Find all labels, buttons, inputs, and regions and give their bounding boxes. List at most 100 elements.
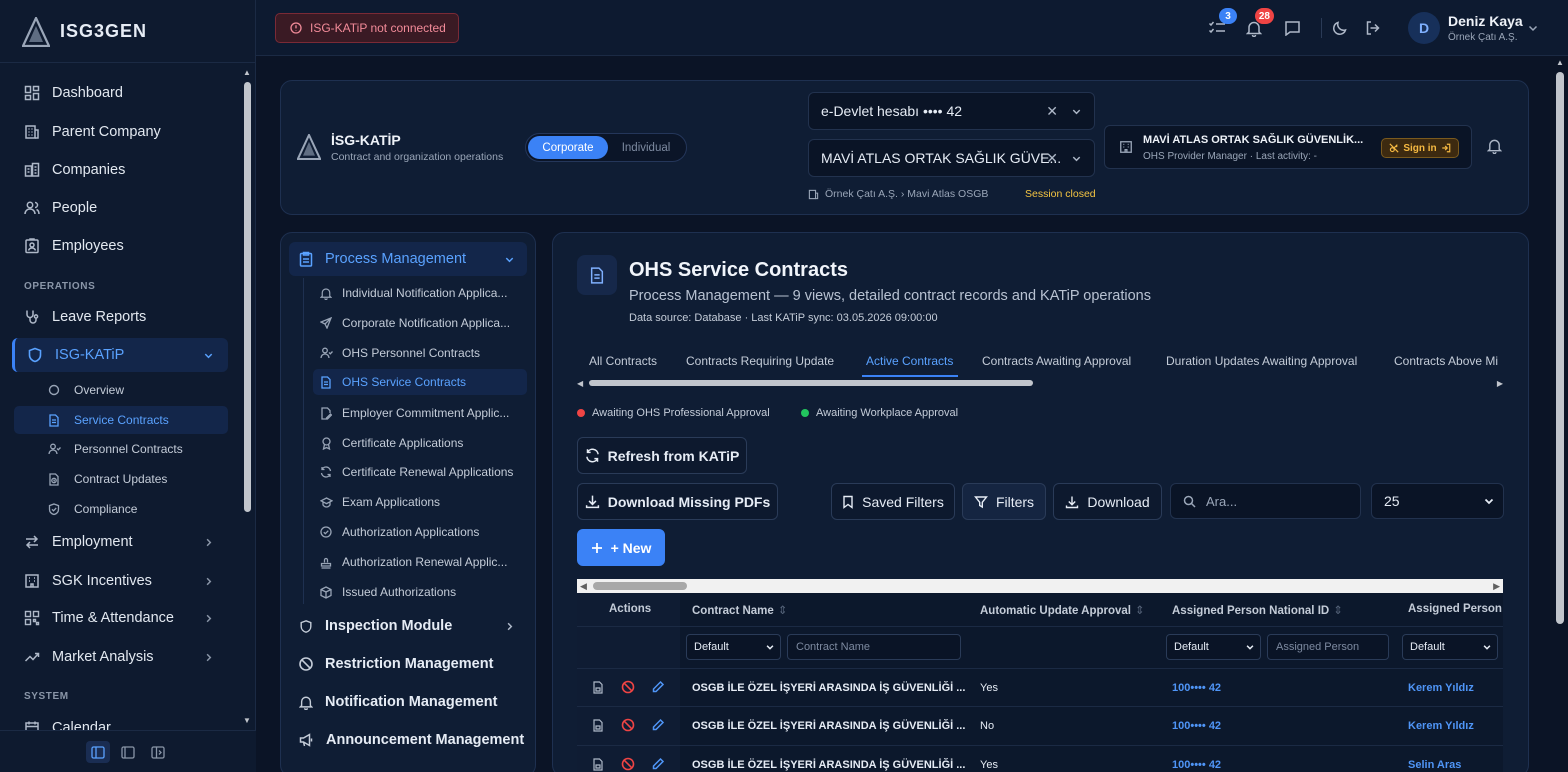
tab-contracts-above[interactable]: Contracts Above Mi bbox=[1394, 354, 1503, 372]
layout-compact-button[interactable] bbox=[116, 741, 140, 763]
process-item-authorization-applications[interactable]: Authorization Applications bbox=[313, 519, 527, 545]
national-id-cell[interactable]: 100•••• 42 bbox=[1172, 720, 1221, 732]
sidebar-scrollbar[interactable]: ▲ ▼ bbox=[240, 66, 254, 730]
scroll-left-icon[interactable]: ◀ bbox=[580, 581, 587, 592]
tab-all-contracts[interactable]: All Contracts bbox=[589, 354, 657, 368]
process-item-certificate-applications[interactable]: Certificate Applications bbox=[313, 430, 527, 456]
tabs-scrollbar[interactable]: ◀ ▶ bbox=[577, 377, 1503, 389]
assigned-person-cell[interactable]: Kerem Yıldız bbox=[1408, 720, 1474, 732]
sidebar-item-leave-reports[interactable]: Leave Reports bbox=[12, 300, 228, 334]
main-scrollbar[interactable]: ▲ bbox=[1552, 56, 1568, 772]
sidebar-item-sgk-incentives[interactable]: SGK Incentives bbox=[12, 564, 228, 598]
column-header-assigned-person[interactable]: Assigned Person bbox=[1408, 603, 1502, 615]
sidebar-item-parent-company[interactable]: Parent Company bbox=[12, 115, 228, 149]
sidebar-item-market-analysis[interactable]: Market Analysis bbox=[12, 640, 228, 674]
national-id-filter-mode[interactable]: Default bbox=[1166, 634, 1261, 660]
process-item-certificate-renewal[interactable]: Certificate Renewal Applications bbox=[313, 459, 527, 485]
chevron-down-icon[interactable] bbox=[1071, 106, 1082, 117]
process-item-exam-applications[interactable]: Exam Applications bbox=[313, 489, 527, 515]
sidebar-item-employees[interactable]: Employees bbox=[12, 229, 228, 263]
sidebar-item-dashboard[interactable]: Dashboard bbox=[12, 76, 228, 110]
scroll-left-icon[interactable]: ◀ bbox=[577, 379, 583, 388]
contract-name-filter-input[interactable]: Contract Name bbox=[787, 634, 961, 660]
notifications-button[interactable]: 28 bbox=[1243, 8, 1274, 39]
page-size-select[interactable]: 25 bbox=[1371, 483, 1504, 519]
assigned-person-filter-input[interactable]: Assigned Person bbox=[1267, 634, 1389, 660]
mode-individual-option[interactable]: Individual bbox=[608, 136, 684, 159]
process-group-restriction-management[interactable]: Restriction Management bbox=[289, 647, 527, 681]
katip-connection-warning[interactable]: ISG-KATiP not connected bbox=[275, 13, 459, 43]
tabs-scroll-thumb[interactable] bbox=[589, 380, 1033, 386]
column-header-auto-update[interactable]: Automatic Update Approval ⇕ bbox=[980, 603, 1145, 617]
cancel-icon[interactable] bbox=[621, 757, 635, 771]
assigned-person-cell[interactable]: Selin Aras bbox=[1408, 759, 1461, 771]
mode-toggle[interactable]: Corporate Individual bbox=[525, 133, 687, 162]
clear-icon[interactable]: ✕ bbox=[1046, 150, 1058, 167]
logout-button[interactable] bbox=[1362, 17, 1384, 39]
layout-collapsed-button[interactable] bbox=[146, 741, 170, 763]
sidebar-subitem-contract-updates[interactable]: Contract Updates bbox=[14, 465, 228, 493]
tab-duration-updates[interactable]: Duration Updates Awaiting Approval bbox=[1166, 354, 1357, 368]
katip-bell-icon[interactable] bbox=[1487, 138, 1502, 154]
cancel-icon[interactable] bbox=[621, 680, 635, 694]
edit-icon[interactable] bbox=[651, 680, 665, 694]
layout-sidebar-left-button[interactable] bbox=[86, 741, 110, 763]
national-id-cell[interactable]: 100•••• 42 bbox=[1172, 759, 1221, 771]
sidebar-subitem-overview[interactable]: Overview bbox=[14, 376, 228, 404]
user-name[interactable]: Deniz Kaya bbox=[1448, 13, 1523, 29]
pdf-icon[interactable] bbox=[592, 681, 604, 694]
scroll-up-icon[interactable]: ▲ bbox=[243, 68, 251, 77]
process-management-header[interactable]: Process Management bbox=[289, 242, 527, 276]
refresh-from-katip-button[interactable]: Refresh from KATiP bbox=[577, 437, 747, 474]
scroll-right-icon[interactable]: ▶ bbox=[1497, 379, 1503, 388]
sidebar-item-people[interactable]: People bbox=[12, 191, 228, 225]
tab-contracts-awaiting-approval[interactable]: Contracts Awaiting Approval bbox=[982, 354, 1131, 368]
process-item-ohs-service-contracts[interactable]: OHS Service Contracts bbox=[313, 369, 527, 395]
scroll-right-icon[interactable]: ▶ bbox=[1493, 581, 1500, 592]
sidebar-subitem-compliance[interactable]: Compliance bbox=[14, 495, 228, 523]
edit-icon[interactable] bbox=[651, 757, 665, 771]
scroll-down-icon[interactable]: ▼ bbox=[243, 716, 251, 725]
process-item-issued-authorizations[interactable]: Issued Authorizations bbox=[313, 579, 527, 605]
cancel-icon[interactable] bbox=[621, 718, 635, 732]
avatar[interactable]: D bbox=[1408, 12, 1440, 44]
scroll-up-icon[interactable]: ▲ bbox=[1556, 58, 1564, 67]
sidebar-subitem-personnel-contracts[interactable]: Personnel Contracts bbox=[14, 435, 228, 463]
tab-active-contracts[interactable]: Active Contracts bbox=[866, 354, 953, 368]
new-button[interactable]: + New bbox=[577, 529, 665, 566]
sign-in-button[interactable]: Sign in bbox=[1381, 138, 1459, 158]
filters-button[interactable]: Filters bbox=[962, 483, 1046, 520]
provider-select[interactable]: MAVİ ATLAS ORTAK SAĞLIK GÜVE... ✕ bbox=[808, 139, 1095, 177]
table-scroll-thumb[interactable] bbox=[593, 582, 687, 590]
theme-toggle-button[interactable] bbox=[1329, 17, 1351, 39]
pdf-icon[interactable] bbox=[592, 719, 604, 732]
column-header-contract-name[interactable]: Contract Name ⇕ bbox=[692, 603, 787, 617]
column-header-national-id[interactable]: Assigned Person National ID ⇕ bbox=[1172, 603, 1343, 617]
process-group-announcement-management[interactable]: Announcement Management bbox=[289, 723, 527, 757]
download-button[interactable]: Download bbox=[1053, 483, 1162, 520]
table-horizontal-scrollbar[interactable]: ◀ ▶ bbox=[577, 579, 1503, 593]
user-menu-chevron-icon[interactable] bbox=[1527, 22, 1539, 34]
national-id-cell[interactable]: 100•••• 42 bbox=[1172, 682, 1221, 694]
assigned-person-filter-mode[interactable]: Default bbox=[1402, 634, 1498, 660]
assigned-person-cell[interactable]: Kerem Yıldız bbox=[1408, 682, 1474, 694]
edit-icon[interactable] bbox=[651, 718, 665, 732]
process-item-authorization-renewal[interactable]: Authorization Renewal Applic... bbox=[313, 549, 527, 575]
process-item-employer-commitment[interactable]: Employer Commitment Applic... bbox=[313, 400, 527, 426]
sidebar-subitem-service-contracts[interactable]: Service Contracts bbox=[14, 406, 228, 434]
saved-filters-button[interactable]: Saved Filters bbox=[831, 483, 955, 520]
pdf-icon[interactable] bbox=[592, 758, 604, 771]
main-scroll-thumb[interactable] bbox=[1556, 72, 1564, 624]
sidebar-item-time-attendance[interactable]: Time & Attendance bbox=[12, 601, 228, 635]
contract-name-filter-mode[interactable]: Default bbox=[686, 634, 781, 660]
download-missing-pdfs-button[interactable]: Download Missing PDFs bbox=[577, 483, 778, 520]
messages-button[interactable] bbox=[1281, 17, 1303, 39]
sidebar-scroll-thumb[interactable] bbox=[244, 82, 251, 512]
process-group-inspection-module[interactable]: Inspection Module bbox=[289, 609, 527, 643]
mode-corporate-option[interactable]: Corporate bbox=[528, 136, 608, 159]
tasks-button[interactable]: 3 bbox=[1206, 8, 1237, 39]
clear-icon[interactable]: ✕ bbox=[1046, 103, 1058, 120]
tab-contracts-requiring-update[interactable]: Contracts Requiring Update bbox=[686, 354, 834, 368]
process-item-ohs-personnel-contracts[interactable]: OHS Personnel Contracts bbox=[313, 340, 527, 366]
sidebar-item-employment[interactable]: Employment bbox=[12, 525, 228, 559]
